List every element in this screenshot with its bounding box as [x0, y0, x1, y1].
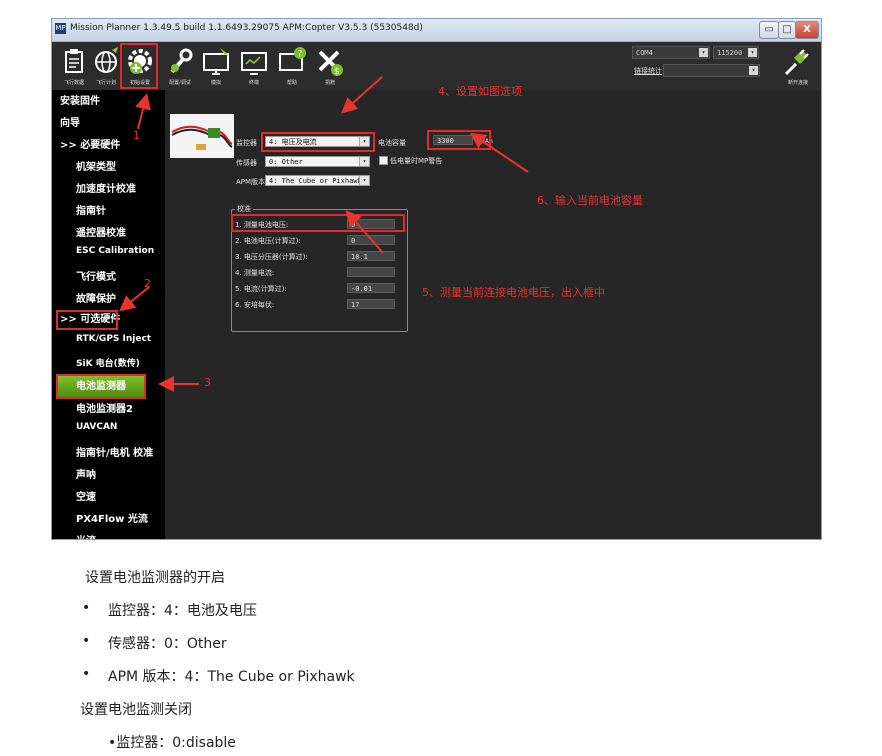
- annotation-arrows: [118, 76, 529, 392]
- doc-bullet-apm: APM 版本：4：The Cube or Pixhawk: [108, 669, 355, 685]
- doc-close-title: 设置电池监测关闭: [80, 702, 192, 718]
- arrow-step-1: [135, 93, 151, 130]
- arrow-step-2: [118, 286, 150, 312]
- doc-bullet-dot: •: [82, 600, 91, 616]
- doc-close-bullet: •监控器：0:disable: [108, 735, 236, 751]
- arrow-step-6: [469, 132, 529, 173]
- arrow-step-5: [345, 209, 384, 254]
- annotation-step-2: 2: [144, 277, 151, 290]
- doc-bullet-sensor: 传感器：0：Other: [108, 636, 227, 652]
- doc-bullet-monitor: 监控器：4：电池及电压: [108, 603, 257, 619]
- arrow-step-4: [341, 76, 383, 114]
- doc-bullet-dot: •: [82, 666, 91, 682]
- annotation-step-3: 3: [204, 376, 211, 389]
- mission-planner-window: MP Mission Planner 1.3.49.5 build 1.1.64…: [51, 18, 822, 540]
- annotation-step-1: 1: [133, 129, 140, 142]
- doc-bullet-dot: •: [82, 633, 91, 649]
- doc-open-title: 设置电池监测器的开启: [85, 570, 225, 586]
